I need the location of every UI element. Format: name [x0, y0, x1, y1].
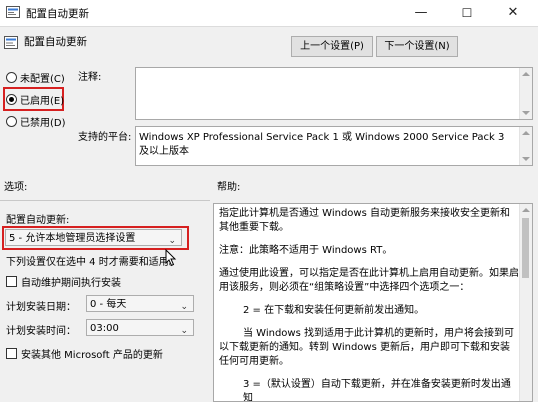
minimize-button[interactable]: —: [398, 0, 444, 26]
supported-platforms-label: 支持的平台:: [78, 132, 132, 143]
maximize-icon: ☐: [461, 6, 473, 20]
radio-label: 未配置(C): [20, 74, 65, 85]
help-paragraph: 2 = 在下载和安装任何更新前发出通知。: [243, 305, 425, 316]
radio-not-configured[interactable]: 未配置(C): [6, 70, 65, 85]
maximize-button[interactable]: ☐: [444, 0, 490, 26]
install-day-value: 0 - 每天: [90, 299, 127, 310]
help-paragraph: 当 Windows 找到适用于此计算机的更新时，用户将会接到可以下载更新的通知。…: [219, 328, 514, 367]
close-button[interactable]: ✕: [490, 0, 536, 26]
radio-label: 已启用(E): [20, 96, 65, 107]
chevron-down-icon: ⌄: [180, 326, 188, 336]
other-products-label: 安装其他 Microsoft 产品的更新: [21, 350, 163, 361]
scroll-down-icon: [522, 111, 530, 115]
scroll-up-icon: [522, 208, 530, 212]
comment-scrollbar[interactable]: [519, 68, 532, 119]
install-time-value: 03:00: [90, 323, 119, 334]
supported-platforms-box: Windows XP Professional Service Pack 1 或…: [135, 126, 533, 166]
install-day-select[interactable]: 0 - 每天 ⌄: [86, 295, 194, 312]
auto-maintenance-checkbox-row[interactable]: 自动维护期间执行安装: [6, 274, 121, 289]
minimize-icon: —: [414, 5, 428, 20]
chevron-down-icon: ⌄: [180, 302, 188, 312]
options-label: 选项:: [4, 182, 28, 193]
next-setting-button[interactable]: 下一个设置(N): [376, 36, 458, 57]
previous-setting-button[interactable]: 上一个设置(P): [291, 36, 373, 57]
help-scrollbar[interactable]: [519, 204, 532, 401]
configure-updates-label: 配置自动更新:: [6, 215, 70, 226]
configure-updates-value: 5 - 允许本地管理员选择设置: [9, 233, 136, 244]
help-text: 指定此计算机是否通过 Windows 自动更新服务来接收安全更新和其他重要下载。…: [219, 207, 519, 402]
window-title: 配置自动更新: [26, 8, 89, 20]
help-paragraph: 通过使用此设置，可以指定是否在此计算机上启用自动更新。如果启用该服务，则必须在“…: [219, 268, 519, 293]
chevron-down-icon: ⌄: [168, 236, 176, 246]
radio-button[interactable]: [6, 116, 17, 127]
options-panel: 配置自动更新: 5 - 允许本地管理员选择设置 ⌄ 下列设置仅在选中 4 时才需…: [0, 200, 210, 401]
scroll-down-icon: [522, 157, 530, 161]
install-day-label: 计划安装日期：: [6, 302, 76, 313]
radio-button[interactable]: [6, 72, 17, 83]
scroll-thumb[interactable]: [522, 218, 529, 278]
comment-textarea[interactable]: [135, 67, 533, 120]
radio-label: 已禁用(D): [20, 118, 66, 129]
supported-scrollbar[interactable]: [519, 127, 532, 165]
radio-disabled[interactable]: 已禁用(D): [6, 114, 66, 129]
close-icon: ✕: [507, 5, 519, 20]
help-paragraph: 指定此计算机是否通过 Windows 自动更新服务来接收安全更新和其他重要下载。: [219, 208, 510, 233]
comment-label: 注释:: [78, 72, 102, 83]
setting-title: 配置自动更新: [24, 36, 87, 48]
install-time-select[interactable]: 03:00 ⌄: [86, 319, 194, 336]
checkbox[interactable]: [6, 276, 17, 287]
title-bar: 配置自动更新 — ☐ ✕: [0, 0, 538, 27]
setting-icon: [4, 36, 18, 49]
auto-maintenance-label: 自动维护期间执行安装: [21, 278, 121, 289]
radio-enabled[interactable]: 已启用(E): [6, 92, 64, 107]
supported-platforms-value: Windows XP Professional Service Pack 1 或…: [139, 132, 505, 157]
help-panel: 指定此计算机是否通过 Windows 自动更新服务来接收安全更新和其他重要下载。…: [213, 203, 533, 402]
configure-updates-select[interactable]: 5 - 允许本地管理员选择设置 ⌄: [5, 229, 182, 246]
other-products-checkbox-row[interactable]: 安装其他 Microsoft 产品的更新: [6, 346, 163, 361]
checkbox[interactable]: [6, 348, 17, 359]
settings-note: 下列设置仅在选中 4 时才需要和适用。: [6, 257, 179, 268]
policy-app-icon: [6, 6, 20, 18]
radio-button[interactable]: [6, 94, 17, 105]
help-paragraph: 3 =（默认设置）自动下载更新，并在准备安装更新时发出通知: [243, 379, 511, 402]
help-paragraph: 注意：此策略不适用于 Windows RT。: [219, 245, 393, 256]
help-label: 帮助:: [217, 182, 241, 193]
install-time-label: 计划安装时间：: [6, 326, 76, 337]
mouse-cursor-icon: [165, 249, 177, 267]
scroll-up-icon: [522, 131, 530, 135]
scroll-up-icon: [522, 72, 530, 76]
